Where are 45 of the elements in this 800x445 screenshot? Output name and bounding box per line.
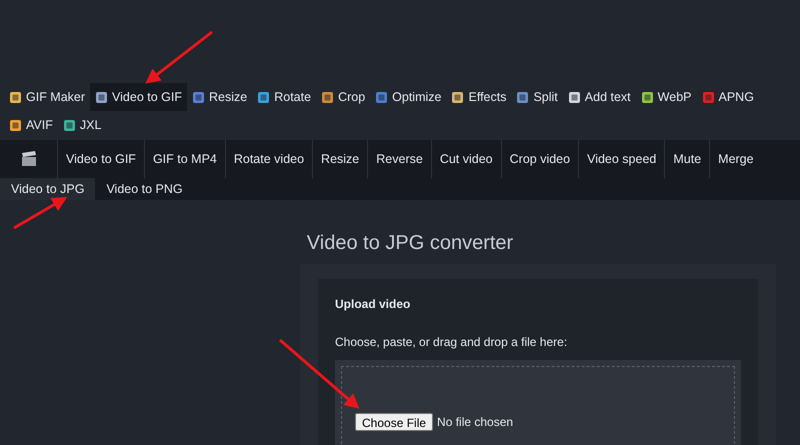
subnav-tab[interactable]: Reverse — [368, 140, 432, 178]
nav-icon — [375, 90, 388, 104]
nav-tab[interactable]: Crop — [316, 83, 370, 111]
subnav-tab[interactable]: Cut video — [432, 140, 502, 178]
subnav-tab[interactable]: Video speed — [579, 140, 666, 178]
nav-tab[interactable]: JXL — [58, 111, 106, 139]
nav-tab[interactable]: Rotate — [252, 83, 316, 111]
nav-tab[interactable]: Effects — [446, 83, 512, 111]
subnav-tab[interactable]: Video to PNG — [95, 178, 194, 200]
nav-icon — [702, 90, 714, 104]
file-status: No file chosen — [437, 414, 514, 431]
nav-tab[interactable]: APNG — [696, 83, 759, 111]
nav-icon — [568, 90, 581, 104]
clapperboard-icon — [20, 151, 36, 167]
nav-icon — [95, 90, 108, 104]
nav-icon — [516, 90, 530, 104]
page-title: Video to JPG converter — [306, 231, 514, 256]
nav-tab[interactable]: Optimize — [370, 83, 446, 111]
subnav-tab[interactable]: Resize — [313, 140, 368, 178]
nav-icon — [192, 90, 205, 104]
nav-icon — [451, 90, 464, 104]
nav-tab[interactable]: WebP — [636, 83, 696, 111]
subnav-tab[interactable]: Merge — [710, 140, 762, 178]
nav-icon — [257, 90, 270, 104]
nav-icon — [9, 118, 22, 132]
upload-legend: Upload video — [335, 295, 741, 313]
subnav-tab[interactable]: Mute — [665, 140, 710, 178]
nav-tab[interactable]: Split — [511, 83, 563, 111]
subnav-tab[interactable]: Video to JPG — [0, 178, 96, 200]
subnav-tab[interactable]: Crop video — [502, 140, 580, 178]
choose-file-button[interactable]: Choose File — [355, 413, 434, 431]
subnav-tab[interactable]: GIF to MP4 — [144, 140, 226, 178]
nav-tab[interactable]: Resize — [187, 83, 252, 111]
nav-icon — [9, 90, 22, 104]
arrow-annotation — [145, 30, 213, 84]
nav-tab[interactable]: Video to GIF — [90, 83, 187, 111]
nav-icon — [321, 90, 334, 104]
nav-tab[interactable]: AVIF — [4, 111, 58, 139]
upload-instruction: Choose, paste, or drag and drop a file here: — [335, 334, 568, 351]
nav-icon — [62, 118, 76, 132]
nav-tab[interactable]: Add text — [562, 83, 636, 111]
subnav-tab[interactable]: Rotate video — [226, 140, 314, 178]
nav-icon — [640, 90, 654, 104]
nav-tab[interactable]: GIF Maker — [4, 83, 90, 111]
arrow-annotation — [13, 196, 68, 230]
